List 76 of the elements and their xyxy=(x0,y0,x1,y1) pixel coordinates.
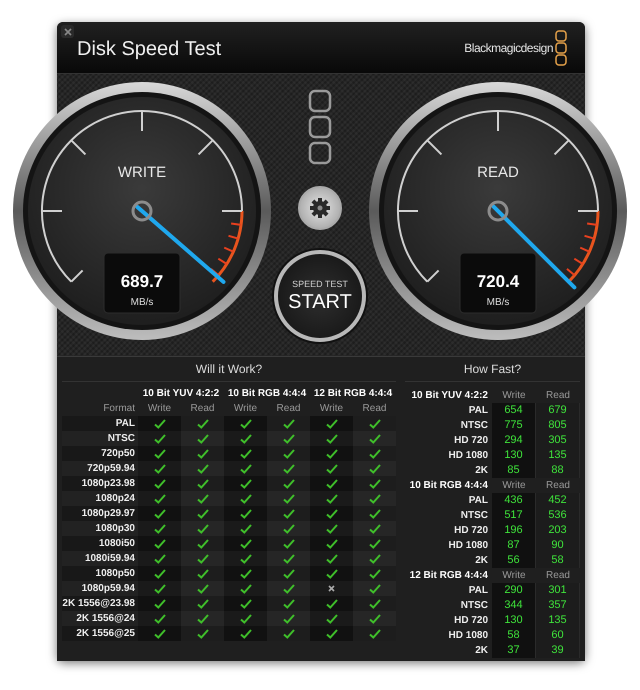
gauge-label: READ xyxy=(477,164,519,181)
write-speed-cell: 56 xyxy=(492,553,536,568)
speed-unit: MB/s xyxy=(486,297,510,308)
speed-value: 689.7 xyxy=(120,272,164,291)
write-speed-cell: 130 xyxy=(492,613,536,628)
speed-unit: MB/s xyxy=(130,297,154,308)
column-heading: Read xyxy=(545,569,571,583)
column-heading: Write xyxy=(501,479,527,493)
format-cell: 1080p23.98 xyxy=(62,476,138,491)
column-heading: Write xyxy=(146,402,172,416)
format-label: PAL xyxy=(468,494,489,508)
format-label: 2K xyxy=(474,554,489,568)
speed-value: 720.4 xyxy=(476,272,520,291)
settings-icon xyxy=(309,197,331,219)
column-heading: Read xyxy=(362,402,388,416)
group-heading: 10 Bit YUV 4:2:2 xyxy=(410,389,489,403)
panel-title: Will it Work? xyxy=(62,357,396,382)
write-speed-cell: 294 xyxy=(492,433,536,448)
start-button[interactable]: SPEED TEST START xyxy=(274,250,366,342)
gauge-label: WRITE xyxy=(118,164,166,181)
format-label: HD 720 xyxy=(453,524,489,538)
close-button[interactable] xyxy=(61,25,74,38)
group-heading: 12 Bit RGB 4:4:4 xyxy=(312,388,394,401)
format-label: NTSC xyxy=(460,419,489,433)
write-speed-cell: 85 xyxy=(492,463,536,478)
needle-pivot xyxy=(488,200,508,222)
needle-pivot xyxy=(132,200,152,222)
write-speed-cell: 290 xyxy=(492,583,536,598)
column-heading: Read xyxy=(276,402,302,416)
column-heading: Write xyxy=(232,402,258,416)
group-heading: 12 Bit RGB 4:4:4 xyxy=(408,569,489,583)
write-speed-cell: 130 xyxy=(492,448,536,463)
column-heading: Read xyxy=(190,402,216,416)
write-speed-cell: 37 xyxy=(492,643,536,658)
group-heading: 10 Bit YUV 4:2:2 xyxy=(142,388,220,401)
format-label: HD 1080 xyxy=(448,449,489,463)
write-speed-cell: 436 xyxy=(492,493,536,508)
brand-name: Blackmagicdesign xyxy=(464,40,553,54)
format-label: HD 1080 xyxy=(448,629,489,643)
format-label: HD 1080 xyxy=(448,539,489,553)
column-heading: Read xyxy=(545,389,571,403)
settings-button[interactable] xyxy=(298,186,342,230)
column-heading: Write xyxy=(501,389,527,403)
format-label: PAL xyxy=(468,404,489,418)
panel-title: How Fast? xyxy=(405,357,580,382)
format-label: NTSC xyxy=(460,509,489,523)
write-speed-cell: 87 xyxy=(492,538,536,553)
write-speed-cell: 775 xyxy=(492,418,536,433)
write-speed-cell: 58 xyxy=(492,628,536,643)
write-speed-cell: 517 xyxy=(492,508,536,523)
format-cell: 2K 1556@25 xyxy=(62,626,138,641)
format-label: 2K xyxy=(474,644,489,658)
write-speed-cell: 344 xyxy=(492,598,536,613)
format-cell: 2K 1556@23.98 xyxy=(62,596,138,611)
write-speed-cell: 654 xyxy=(492,403,536,418)
format-label: 2K xyxy=(474,464,489,478)
column-heading: Format xyxy=(102,402,136,416)
format-label: NTSC xyxy=(460,599,489,613)
stacked-squares-icon xyxy=(308,89,332,165)
format-cell: PAL xyxy=(62,416,138,431)
format-label: HD 720 xyxy=(453,434,489,448)
write-speed-cell: 196 xyxy=(492,523,536,538)
column-heading: Write xyxy=(318,402,344,416)
format-label: PAL xyxy=(468,584,489,598)
format-cell: 1080i50 xyxy=(62,536,138,551)
format-cell: 720p50 xyxy=(62,446,138,461)
group-heading: 10 Bit RGB 4:4:4 xyxy=(226,388,308,401)
column-heading: Write xyxy=(501,569,527,583)
format-cell: 1080p50 xyxy=(62,566,138,581)
close-icon xyxy=(64,28,72,36)
format-cell: 1080p29.97 xyxy=(62,506,138,521)
window-title: Disk Speed Test xyxy=(77,37,222,61)
column-heading: Read xyxy=(545,479,571,493)
group-heading: 10 Bit RGB 4:4:4 xyxy=(408,479,489,493)
stacked-squares-logo-icon xyxy=(555,30,567,66)
format-label: HD 720 xyxy=(453,614,489,628)
